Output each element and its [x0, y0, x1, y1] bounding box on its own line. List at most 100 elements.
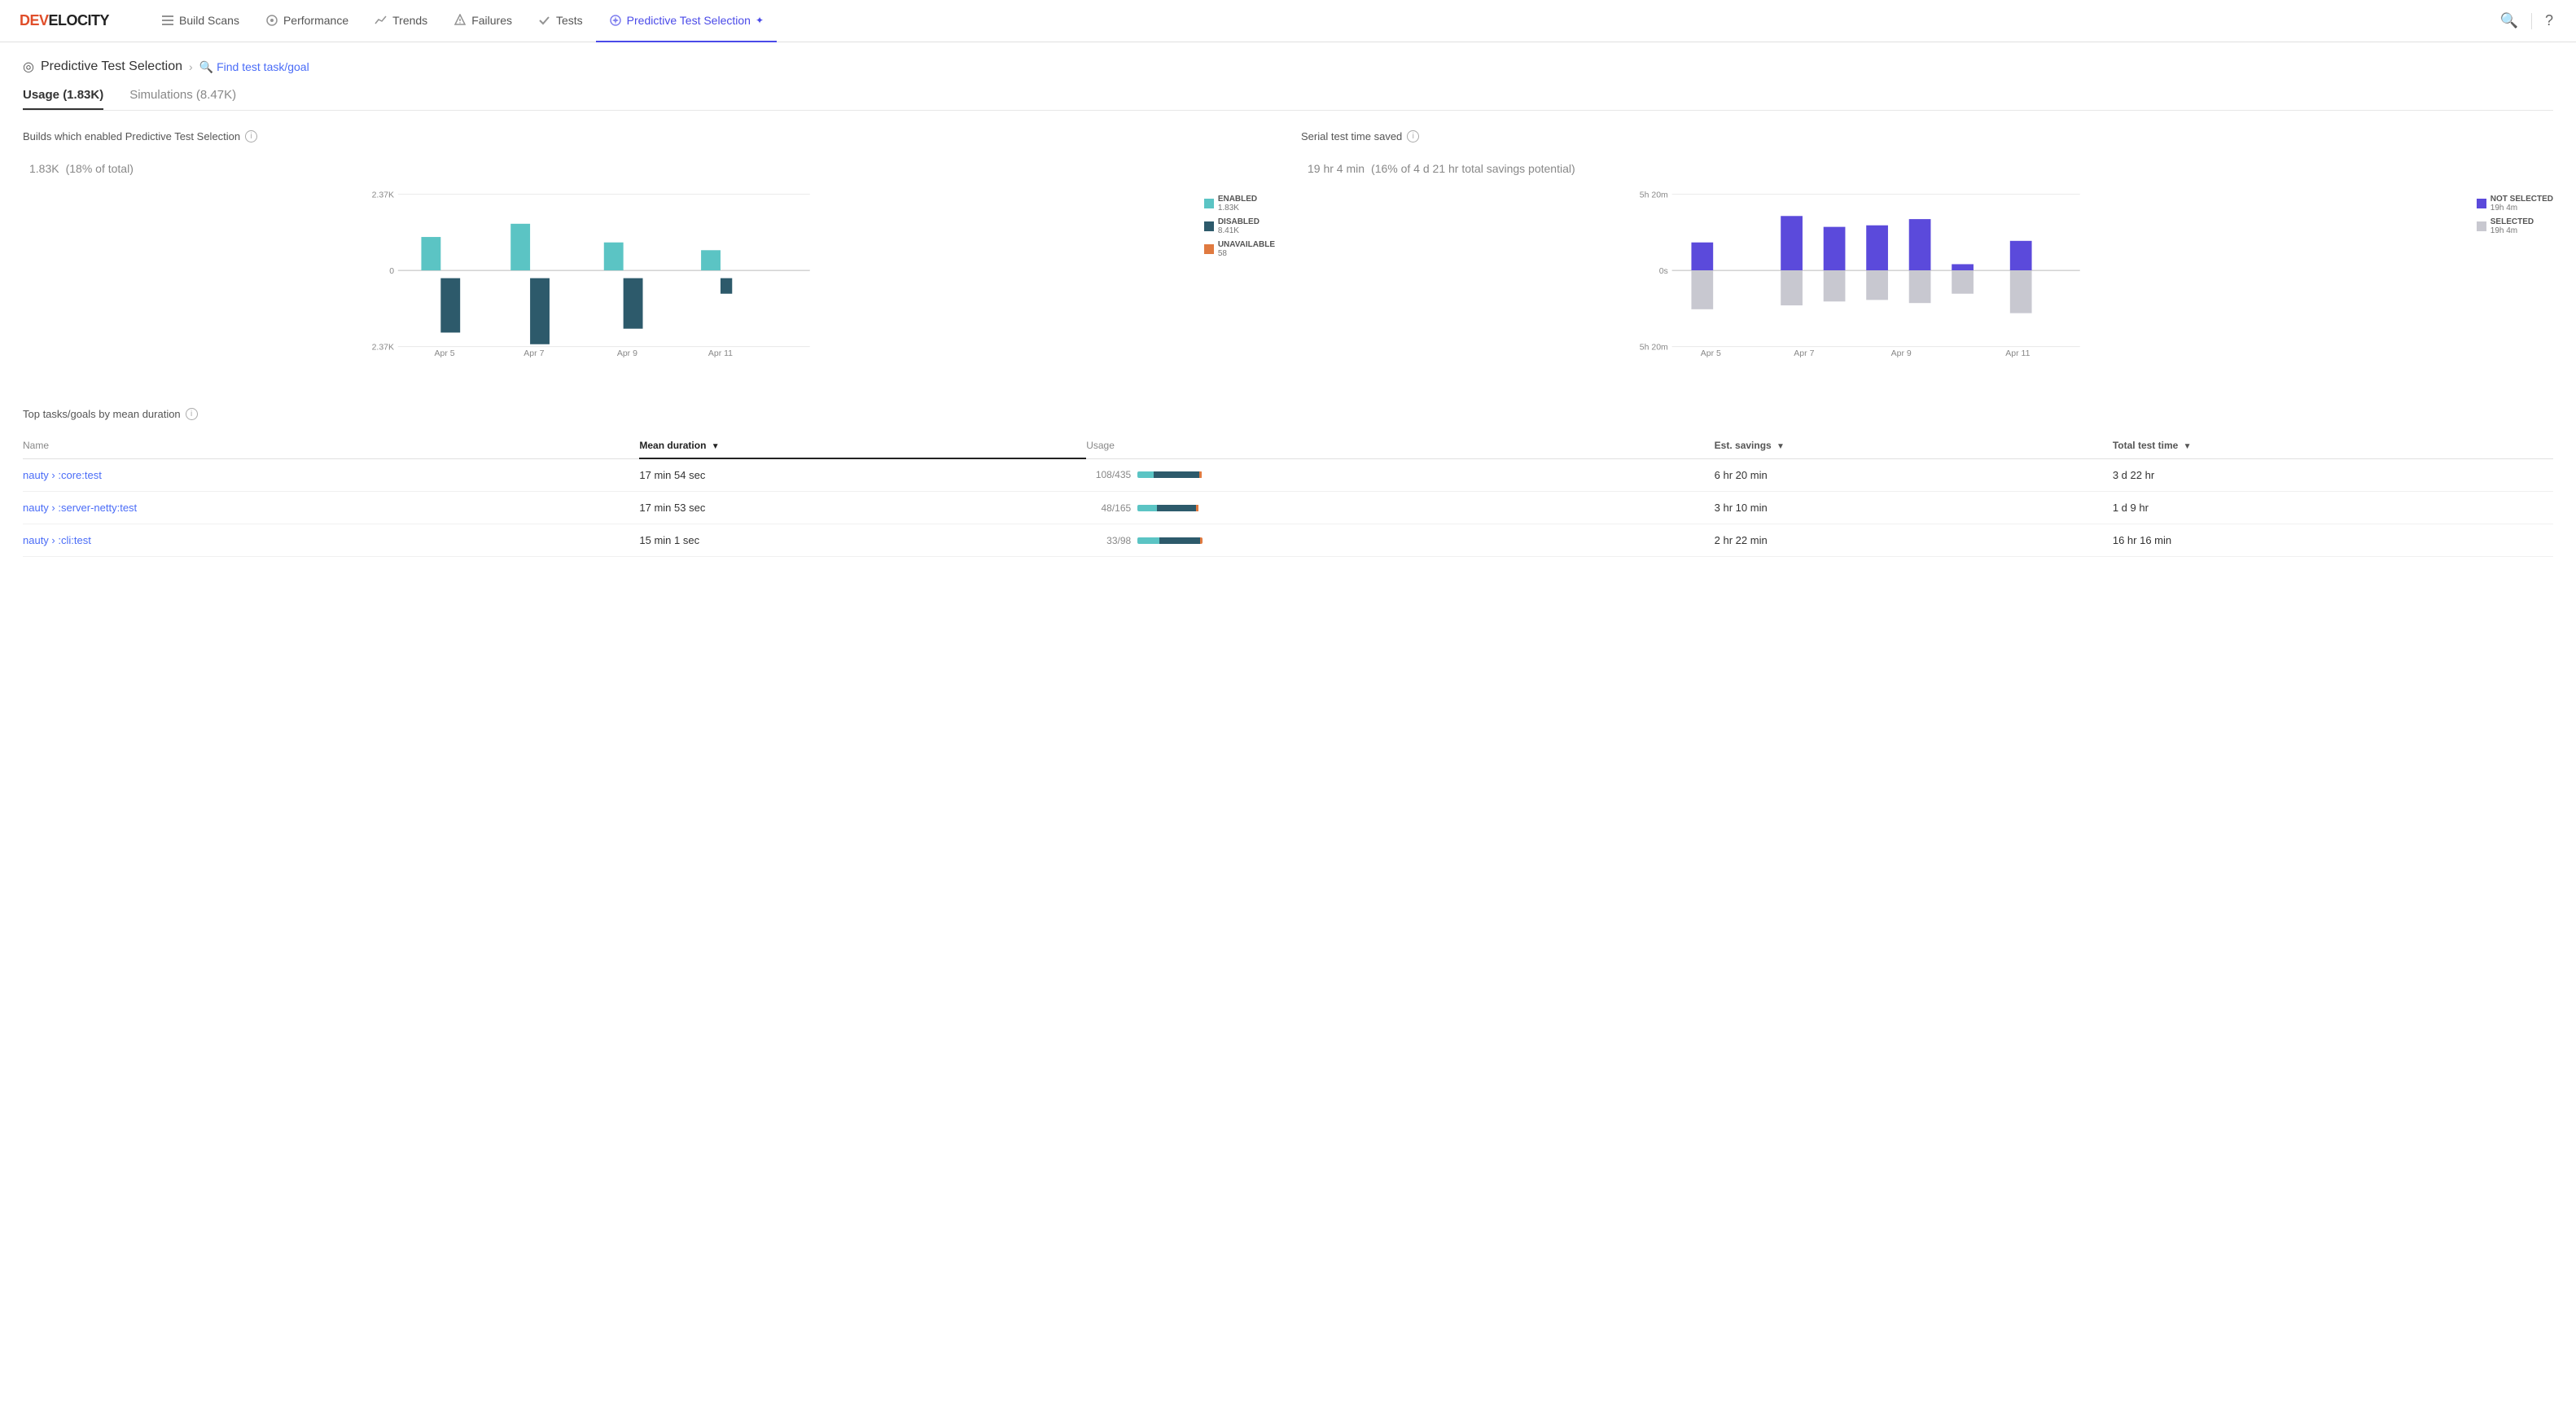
svg-text:Apr 11: Apr 11 — [2005, 348, 2030, 357]
usage-bar-container-0: 108/435 — [1086, 469, 1704, 480]
charts-grid: Builds which enabled Predictive Test Sel… — [23, 130, 2553, 382]
sort-arrow-mean-duration: ▼ — [712, 442, 720, 451]
cell-name-0[interactable]: nauty › :core:test — [23, 458, 639, 492]
find-task-label: Find test task/goal — [217, 60, 309, 73]
legend-selected: SELECTED 19h 4m — [2477, 217, 2553, 235]
help-button[interactable]: ? — [2542, 9, 2556, 33]
tests-icon — [538, 14, 551, 27]
usage-bar-container-2: 33/98 — [1086, 535, 1704, 546]
nav-label-tests: Tests — [556, 14, 583, 27]
builds-info-icon[interactable]: i — [245, 130, 257, 142]
table-body: nauty › :core:test 17 min 54 sec 108/435 — [23, 458, 2553, 557]
build-scans-icon — [161, 14, 174, 27]
serial-chart-area: NOT SELECTED 19h 4m SELECTED 19h 4m — [1301, 186, 2553, 382]
serial-chart-value: 19 hr 4 min(16% of 4 d 21 hr total savin… — [1301, 146, 2553, 180]
nav-label-failures: Failures — [471, 14, 512, 27]
svg-text:Apr 9: Apr 9 — [1891, 348, 1912, 357]
usage-bar-0 — [1137, 471, 1203, 478]
svg-text:5h 20m: 5h 20m — [1640, 342, 1668, 352]
nav-item-predictive-test-selection[interactable]: Predictive Test Selection ✦ — [596, 0, 777, 42]
cell-savings-2: 2 hr 22 min — [1715, 524, 2113, 557]
tabs: Usage (1.83K) Simulations (8.47K) — [23, 81, 2553, 111]
legend-color-enabled — [1204, 199, 1214, 208]
builds-chart-svg: 2.37K 0 2.37K — [23, 186, 1177, 357]
nav-right: 🔍 ? — [2497, 9, 2556, 33]
bar-orange-2 — [1200, 537, 1203, 544]
cell-usage-1: 48/165 — [1086, 492, 1714, 524]
logo-prefix: DEV — [20, 12, 49, 28]
nav-sparkle-icon: ✦ — [756, 15, 764, 26]
legend-val-disabled: 8.41K — [1218, 226, 1260, 235]
legend-val-unavailable: 58 — [1218, 249, 1275, 258]
legend-not-selected: NOT SELECTED 19h 4m — [2477, 195, 2553, 213]
col-est-savings[interactable]: Est. savings ▼ — [1715, 433, 2113, 458]
legend-label-enabled: ENABLED — [1218, 195, 1257, 204]
bar-orange-1 — [1196, 505, 1198, 511]
builds-legend: ENABLED 1.83K DISABLED 8.41K — [1204, 195, 1275, 263]
search-button[interactable]: 🔍 — [2497, 9, 2521, 33]
cell-total-2: 16 hr 16 min — [2113, 524, 2553, 557]
usage-text-2: 33/98 — [1086, 535, 1131, 546]
bar-orange-0 — [1199, 471, 1202, 478]
col-name: Name — [23, 433, 639, 458]
cell-duration-2: 15 min 1 sec — [639, 524, 1086, 557]
cell-name-2[interactable]: nauty › :cli:test — [23, 524, 639, 557]
builds-chart-area: ENABLED 1.83K DISABLED 8.41K — [23, 186, 1275, 382]
nav-label-performance: Performance — [283, 14, 348, 27]
serial-info-icon[interactable]: i — [1407, 130, 1419, 142]
usage-bar-container-1: 48/165 — [1086, 502, 1704, 514]
nav-item-tests[interactable]: Tests — [525, 0, 596, 42]
legend-label-selected: SELECTED — [2491, 217, 2534, 226]
logo[interactable]: DEVELOCITY — [20, 12, 109, 29]
col-total-test-time[interactable]: Total test time ▼ — [2113, 433, 2553, 458]
find-task-icon: 🔍 — [199, 60, 213, 74]
cell-total-0: 3 d 22 hr — [2113, 458, 2553, 492]
bar-teal-1 — [1137, 505, 1157, 511]
legend-label-unavailable: UNAVAILABLE — [1218, 240, 1275, 249]
breadcrumb-link[interactable]: 🔍 Find test task/goal — [199, 60, 309, 74]
cell-total-1: 1 d 9 hr — [2113, 492, 2553, 524]
table-row: nauty › :cli:test 15 min 1 sec 33/98 — [23, 524, 2553, 557]
serial-chart-svg: 5h 20m 0s 5h 20m — [1301, 186, 2439, 357]
table-header: Name Mean duration ▼ Usage Est. savings … — [23, 433, 2553, 458]
serial-chart-section: Serial test time saved i 19 hr 4 min(16%… — [1301, 130, 2553, 382]
cell-name-1[interactable]: nauty › :server-netty:test — [23, 492, 639, 524]
logo-suffix: ELOCITY — [49, 12, 110, 28]
legend-color-unavailable — [1204, 244, 1214, 254]
svg-text:2.37K: 2.37K — [372, 190, 394, 199]
nav-label-build-scans: Build Scans — [179, 14, 239, 27]
legend-enabled: ENABLED 1.83K — [1204, 195, 1275, 213]
col-mean-duration[interactable]: Mean duration ▼ — [639, 433, 1086, 458]
predictive-icon — [609, 14, 622, 27]
svg-text:0s: 0s — [1659, 266, 1668, 276]
cell-savings-0: 6 hr 20 min — [1715, 458, 2113, 492]
trends-icon — [375, 14, 388, 27]
legend-val-enabled: 1.83K — [1218, 204, 1257, 213]
nav-item-build-scans[interactable]: Build Scans — [148, 0, 252, 42]
svg-text:Apr 7: Apr 7 — [524, 348, 544, 357]
page-content: ◎ Predictive Test Selection › 🔍 Find tes… — [0, 42, 2576, 573]
col-usage: Usage — [1086, 433, 1714, 458]
bar-teal-2 — [1137, 537, 1159, 544]
nav-items: Build Scans Performance Trends Failures … — [148, 0, 2497, 42]
tab-usage[interactable]: Usage (1.83K) — [23, 81, 103, 110]
nav-label-trends: Trends — [392, 14, 427, 27]
tab-simulations[interactable]: Simulations (8.47K) — [129, 81, 236, 110]
builds-chart-section: Builds which enabled Predictive Test Sel… — [23, 130, 1275, 382]
cell-usage-0: 108/435 — [1086, 458, 1714, 492]
breadcrumb: ◎ Predictive Test Selection › 🔍 Find tes… — [23, 59, 2553, 75]
svg-text:2.37K: 2.37K — [372, 342, 394, 352]
usage-bar-1 — [1137, 505, 1203, 511]
nav-item-performance[interactable]: Performance — [252, 0, 361, 42]
table-info-icon[interactable]: i — [186, 408, 198, 420]
nav-item-failures[interactable]: Failures — [440, 0, 525, 42]
table-row: nauty › :core:test 17 min 54 sec 108/435 — [23, 458, 2553, 492]
performance-icon — [265, 14, 278, 27]
legend-disabled: DISABLED 8.41K — [1204, 217, 1275, 235]
serial-chart-title: Serial test time saved i — [1301, 130, 2553, 142]
cell-savings-1: 3 hr 10 min — [1715, 492, 2113, 524]
nav-item-trends[interactable]: Trends — [361, 0, 440, 42]
svg-text:5h 20m: 5h 20m — [1640, 190, 1668, 199]
legend-color-selected — [2477, 221, 2486, 231]
sort-arrow-est-savings: ▼ — [1776, 442, 1785, 451]
